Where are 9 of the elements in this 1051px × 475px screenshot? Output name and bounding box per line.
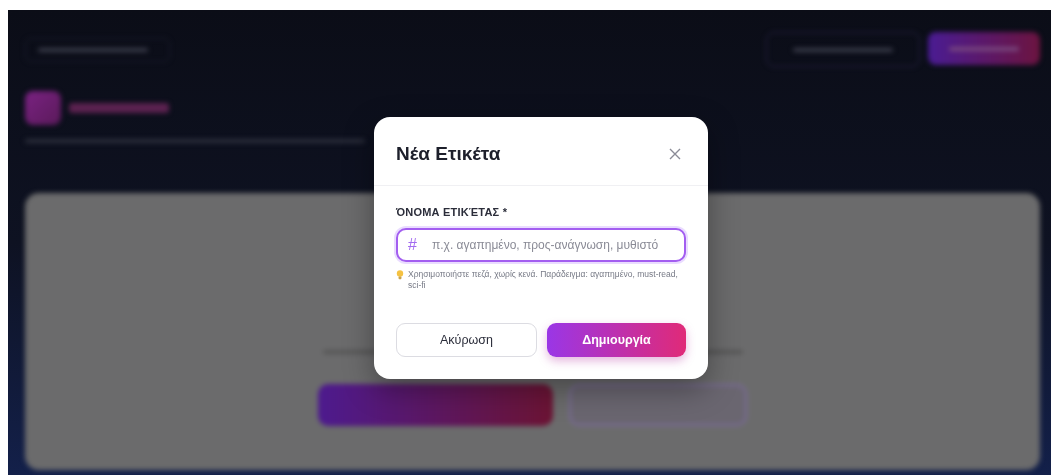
field-label: ΌΝΟΜΑ ΕΤΙΚΈΤΑΣ * (396, 206, 508, 218)
cancel-button[interactable]: Ακύρωση (396, 323, 537, 357)
dialog-title: Νέα Ετικέτα (396, 143, 501, 165)
hint-text: Χρησιμοποιήστε πεζά, χωρίς κενά. Παράδειγμα: αγαπημένο, must-read, sci-fi (408, 269, 679, 291)
hash-prefix: # (408, 236, 417, 254)
close-icon[interactable] (668, 147, 682, 161)
create-button[interactable]: Δημιουργία (547, 323, 686, 357)
tag-logo-icon (25, 91, 61, 125)
lightbulb-icon (396, 270, 404, 280)
